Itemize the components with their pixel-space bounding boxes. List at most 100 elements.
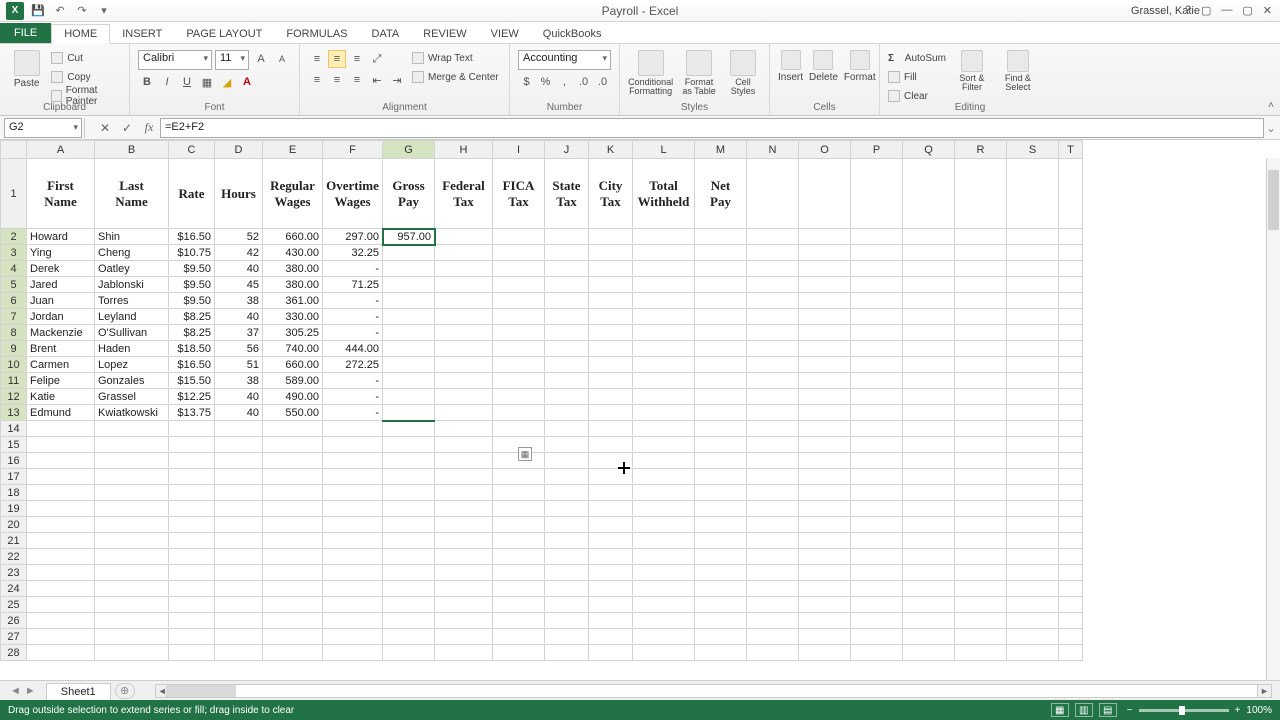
cell-G25[interactable] [383, 597, 435, 613]
cell-L21[interactable] [633, 533, 695, 549]
cell-D8[interactable]: 37 [215, 325, 263, 341]
cell-M27[interactable] [695, 629, 747, 645]
cell-I28[interactable] [493, 645, 545, 661]
page-layout-view-icon[interactable]: ▥ [1075, 703, 1093, 717]
cell-A9[interactable]: Brent [27, 341, 95, 357]
cell-G28[interactable] [383, 645, 435, 661]
cell-P3[interactable] [851, 245, 903, 261]
cell-S18[interactable] [1007, 485, 1059, 501]
cell-I1[interactable]: FICATax [493, 159, 545, 229]
cell-P16[interactable] [851, 453, 903, 469]
cell-L27[interactable] [633, 629, 695, 645]
cell-K17[interactable] [589, 469, 633, 485]
cell-B14[interactable] [95, 421, 169, 437]
cell-Q6[interactable] [903, 293, 955, 309]
cell-T1[interactable] [1059, 159, 1083, 229]
cell-M12[interactable] [695, 389, 747, 405]
cell-B19[interactable] [95, 501, 169, 517]
cell-D15[interactable] [215, 437, 263, 453]
row-header-4[interactable]: 4 [1, 261, 27, 277]
cell-T17[interactable] [1059, 469, 1083, 485]
column-header-K[interactable]: K [589, 141, 633, 159]
cell-E2[interactable]: 660.00 [263, 229, 323, 245]
cell-E21[interactable] [263, 533, 323, 549]
cell-I3[interactable] [493, 245, 545, 261]
sheet-nav[interactable]: ◄► [0, 685, 46, 697]
cell-H19[interactable] [435, 501, 493, 517]
cell-H10[interactable] [435, 357, 493, 373]
cell-K20[interactable] [589, 517, 633, 533]
cell-S25[interactable] [1007, 597, 1059, 613]
align-center-icon[interactable]: ≡ [328, 71, 346, 89]
cell-P11[interactable] [851, 373, 903, 389]
cell-N1[interactable] [747, 159, 799, 229]
align-left-icon[interactable]: ≡ [308, 71, 326, 89]
cell-I9[interactable] [493, 341, 545, 357]
cell-O4[interactable] [799, 261, 851, 277]
percent-format-icon[interactable]: % [537, 73, 554, 91]
cell-O23[interactable] [799, 565, 851, 581]
cell-F2[interactable]: 297.00 [323, 229, 383, 245]
format-as-table-button[interactable]: Format as Table [679, 48, 719, 96]
zoom-level[interactable]: 100% [1246, 705, 1272, 716]
cell-T12[interactable] [1059, 389, 1083, 405]
cell-S7[interactable] [1007, 309, 1059, 325]
cell-Q21[interactable] [903, 533, 955, 549]
cell-C18[interactable] [169, 485, 215, 501]
cell-H17[interactable] [435, 469, 493, 485]
cell-H16[interactable] [435, 453, 493, 469]
cell-T6[interactable] [1059, 293, 1083, 309]
cell-K13[interactable] [589, 405, 633, 421]
cell-F26[interactable] [323, 613, 383, 629]
cell-M10[interactable] [695, 357, 747, 373]
cell-N21[interactable] [747, 533, 799, 549]
cell-M9[interactable] [695, 341, 747, 357]
font-color-button[interactable]: A [238, 73, 256, 91]
cell-J21[interactable] [545, 533, 589, 549]
cell-J27[interactable] [545, 629, 589, 645]
cell-D13[interactable]: 40 [215, 405, 263, 421]
cell-G8[interactable] [383, 325, 435, 341]
cell-S11[interactable] [1007, 373, 1059, 389]
cell-D25[interactable] [215, 597, 263, 613]
cell-E5[interactable]: 380.00 [263, 277, 323, 293]
cell-R1[interactable] [955, 159, 1007, 229]
cell-L23[interactable] [633, 565, 695, 581]
cell-E20[interactable] [263, 517, 323, 533]
cell-A6[interactable]: Juan [27, 293, 95, 309]
row-header-22[interactable]: 22 [1, 549, 27, 565]
cell-S26[interactable] [1007, 613, 1059, 629]
cell-L22[interactable] [633, 549, 695, 565]
cell-A27[interactable] [27, 629, 95, 645]
cell-R8[interactable] [955, 325, 1007, 341]
cell-I27[interactable] [493, 629, 545, 645]
merge-center-button[interactable]: Merge & Center [412, 69, 499, 85]
column-header-I[interactable]: I [493, 141, 545, 159]
cell-R19[interactable] [955, 501, 1007, 517]
cell-Q25[interactable] [903, 597, 955, 613]
cell-C28[interactable] [169, 645, 215, 661]
cell-H18[interactable] [435, 485, 493, 501]
cell-E23[interactable] [263, 565, 323, 581]
cell-O18[interactable] [799, 485, 851, 501]
cell-G2[interactable]: 957.00 [383, 229, 435, 245]
cell-P27[interactable] [851, 629, 903, 645]
cell-N17[interactable] [747, 469, 799, 485]
cell-F9[interactable]: 444.00 [323, 341, 383, 357]
cell-R13[interactable] [955, 405, 1007, 421]
cell-K26[interactable] [589, 613, 633, 629]
cell-C27[interactable] [169, 629, 215, 645]
cell-H12[interactable] [435, 389, 493, 405]
autofill-options-icon[interactable]: ▦ [518, 447, 532, 461]
column-header-D[interactable]: D [215, 141, 263, 159]
cell-T27[interactable] [1059, 629, 1083, 645]
cell-O6[interactable] [799, 293, 851, 309]
cell-C17[interactable] [169, 469, 215, 485]
enter-formula-icon[interactable]: ✓ [116, 118, 138, 138]
cell-K11[interactable] [589, 373, 633, 389]
cell-E22[interactable] [263, 549, 323, 565]
cell-M22[interactable] [695, 549, 747, 565]
cell-L16[interactable] [633, 453, 695, 469]
cell-R22[interactable] [955, 549, 1007, 565]
row-header-6[interactable]: 6 [1, 293, 27, 309]
